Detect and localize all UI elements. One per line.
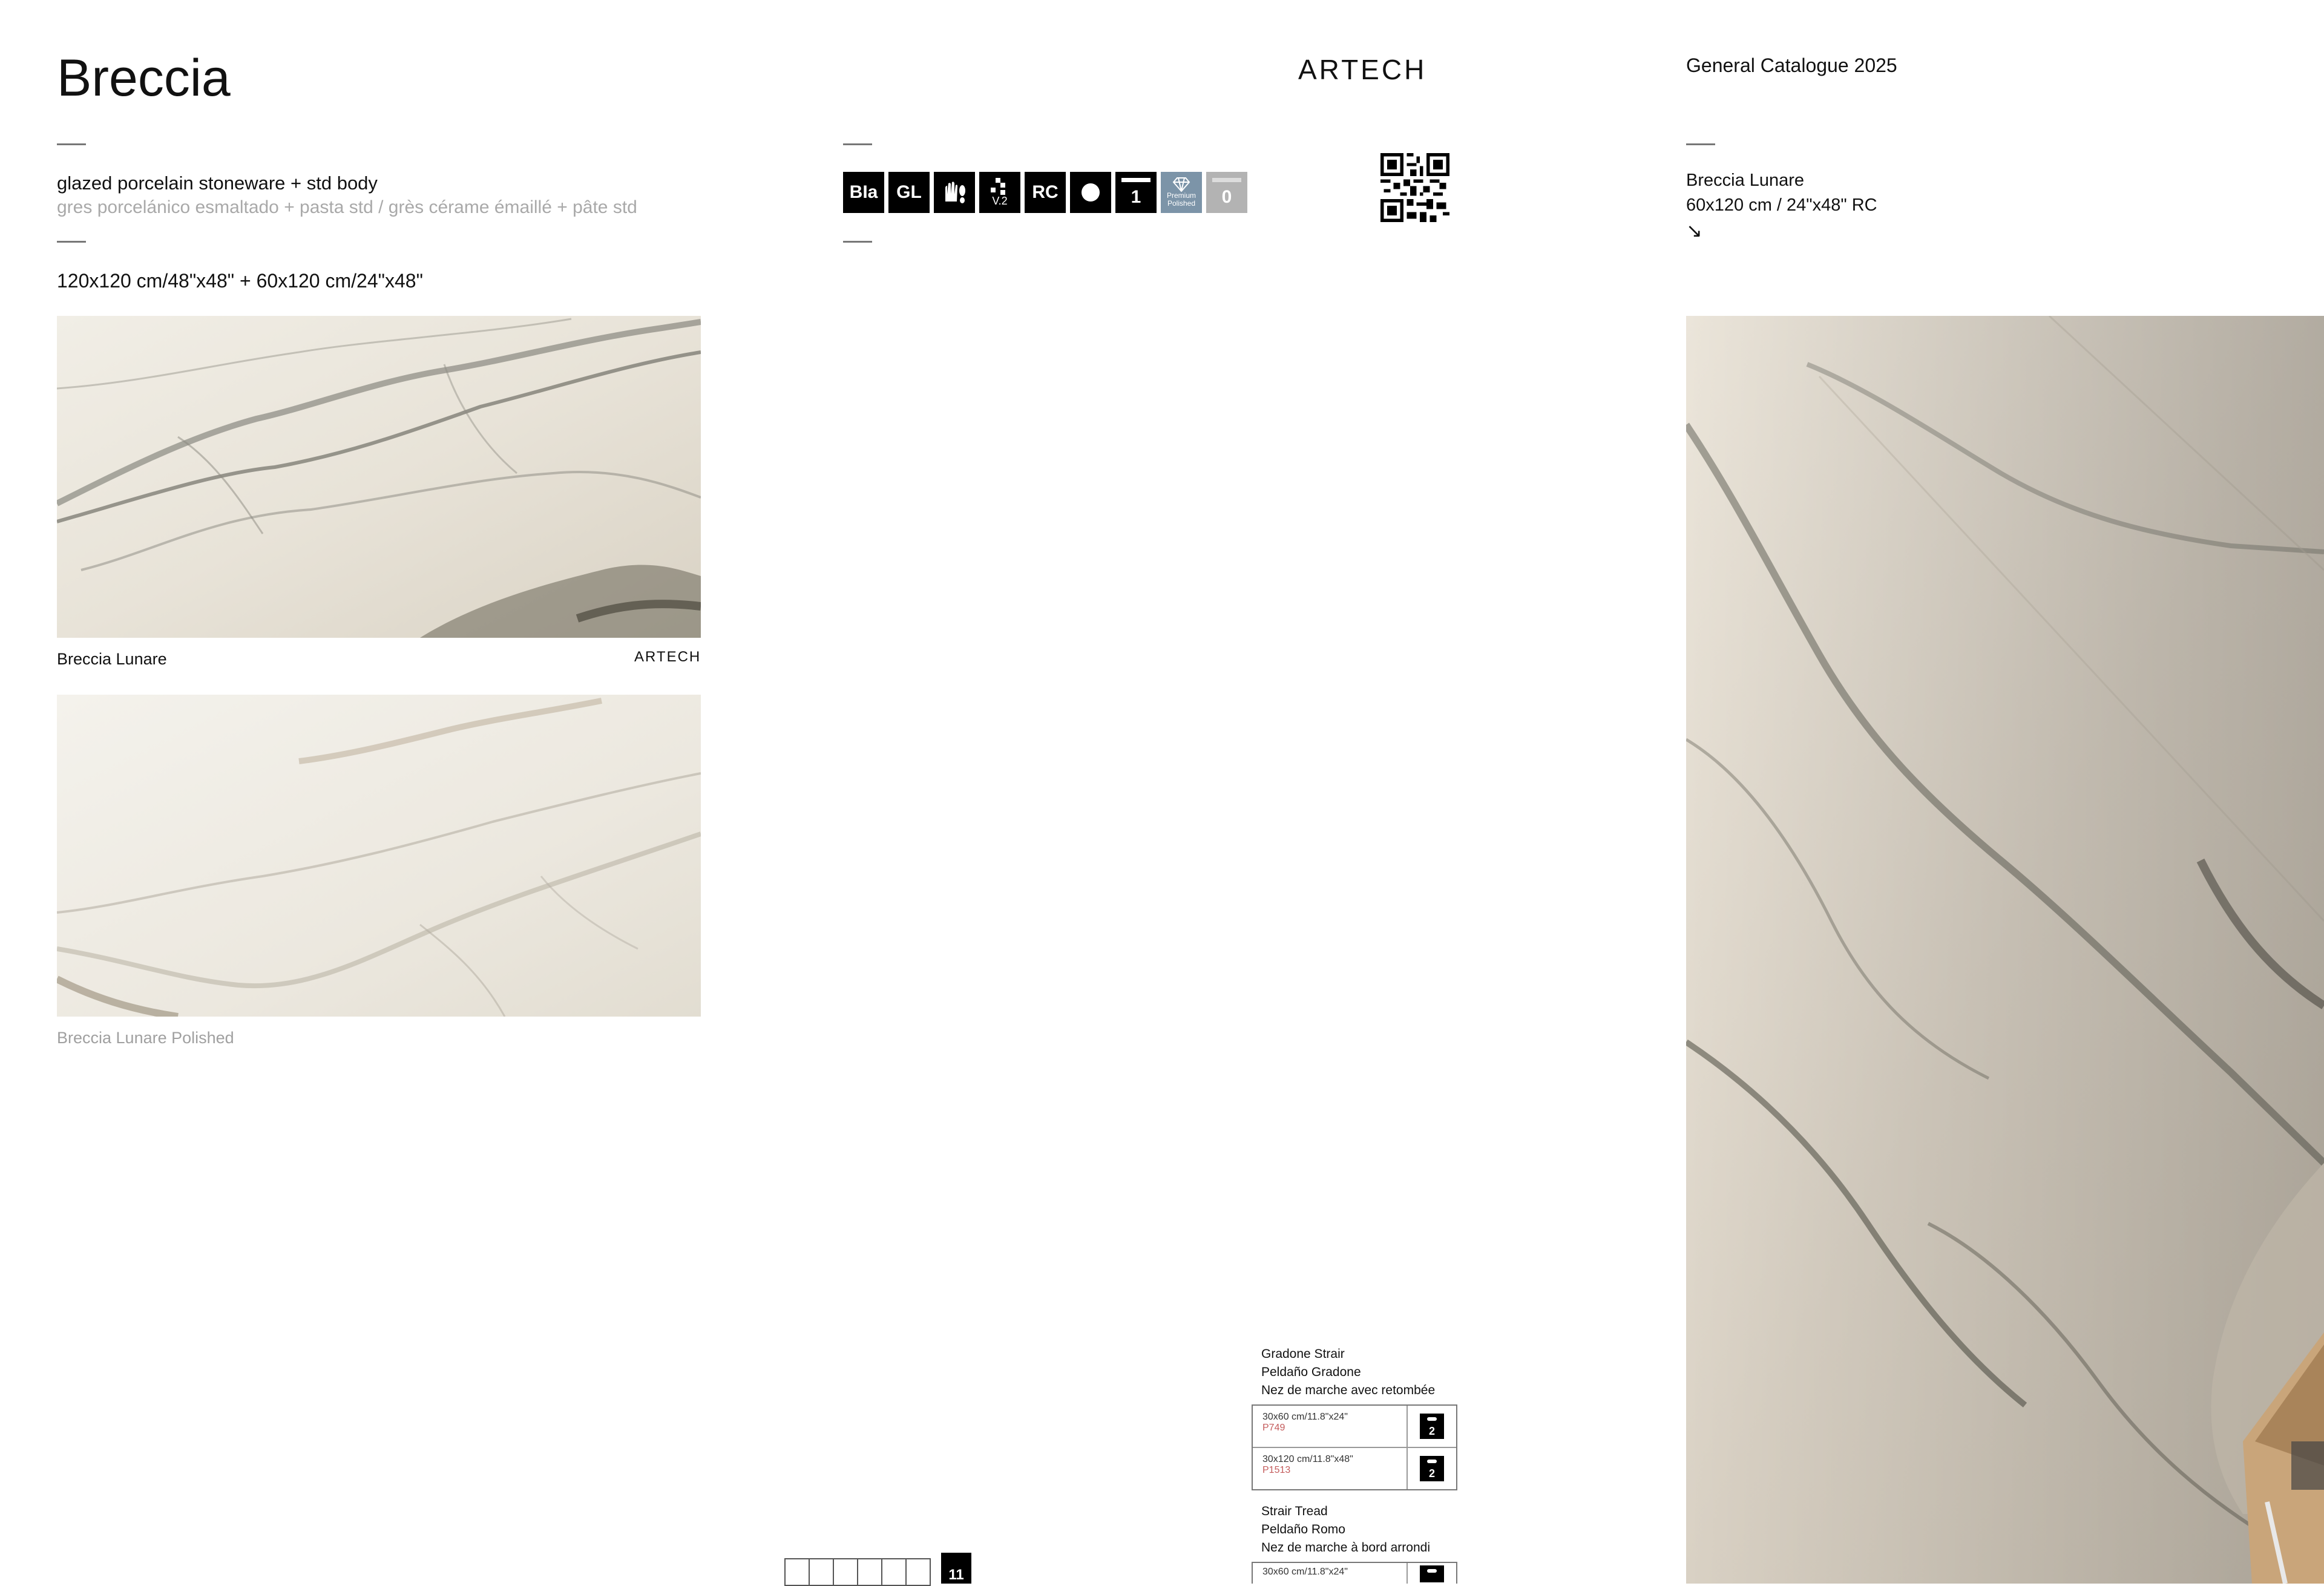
divider <box>1686 143 1715 145</box>
shade-variation-icon: V.2 <box>979 172 1020 213</box>
divider <box>57 241 86 243</box>
page-title: Breccia <box>57 49 231 107</box>
divider <box>57 143 86 145</box>
material-description-translation: gres porcelánico esmaltado + pasta std /… <box>57 197 637 217</box>
bia-icon: BIa <box>843 172 884 213</box>
qr-code[interactable] <box>1380 153 1449 222</box>
box-quantity-badge <box>1420 1565 1444 1582</box>
table-row: 30x60 cm/11.8"x24" P749 2 <box>1253 1406 1456 1448</box>
diamond-icon: Premium Polished <box>1161 172 1202 213</box>
layout-grid-icon <box>784 1558 931 1586</box>
table-row: 30x120 cm/11.8"x48" P1513 2 <box>1253 1448 1456 1489</box>
table-row: 30x60 cm/11.8"x24" <box>1253 1563 1456 1584</box>
circle-icon <box>1070 172 1111 213</box>
thickness-icon: 0 <box>1206 172 1247 213</box>
trim-table: 30x60 cm/11.8"x24" <box>1252 1562 1457 1584</box>
tile-image-breccia-lunare <box>57 316 701 638</box>
tile-caption: Breccia Lunare Polished <box>57 1029 234 1047</box>
ambience-photo <box>1686 316 2324 1584</box>
tile-caption: Breccia Lunare <box>57 650 167 668</box>
trim-label: Gradone Strair Peldaño Gradone Nez de ma… <box>1261 1347 1436 1397</box>
divider <box>843 143 872 145</box>
format-sizes: 120x120 cm/48"x48" + 60x120 cm/24"x48" <box>57 270 423 292</box>
box-quantity-badge: 2 <box>1420 1456 1444 1481</box>
box-quantity-badge: 2 <box>1420 1414 1444 1439</box>
hand-foot-icon <box>934 172 975 213</box>
divider <box>843 241 872 243</box>
material-description: glazed porcelain stoneware + std body <box>57 172 378 194</box>
tile-brand-logo: ARTECH <box>634 649 701 665</box>
brand-logo: ARTECH <box>1298 54 1427 85</box>
tile-image-breccia-lunare-polished <box>57 695 701 1017</box>
trim-label: Strair Tread Peldaño Romo Nez de marche … <box>1261 1504 1430 1555</box>
arrow-down-right-icon: ↘ <box>1686 220 1702 241</box>
thickness-icon: 1 <box>1115 172 1157 213</box>
catalogue-title: General Catalogue 2025 <box>1686 54 1897 76</box>
rectified-icon: RC <box>1025 172 1066 213</box>
pack-quantity-badge: 11 <box>941 1553 971 1584</box>
technical-icons: BIa GL V.2 RC 1 Premium Polished 0 <box>843 172 1247 213</box>
trim-table: 30x60 cm/11.8"x24" P749 2 30x120 cm/11.8"… <box>1252 1404 1457 1490</box>
product-size: 60x120 cm / 24"x48" RC <box>1686 195 1877 215</box>
gl-icon: GL <box>888 172 930 213</box>
product-name: Breccia Lunare <box>1686 171 1805 190</box>
